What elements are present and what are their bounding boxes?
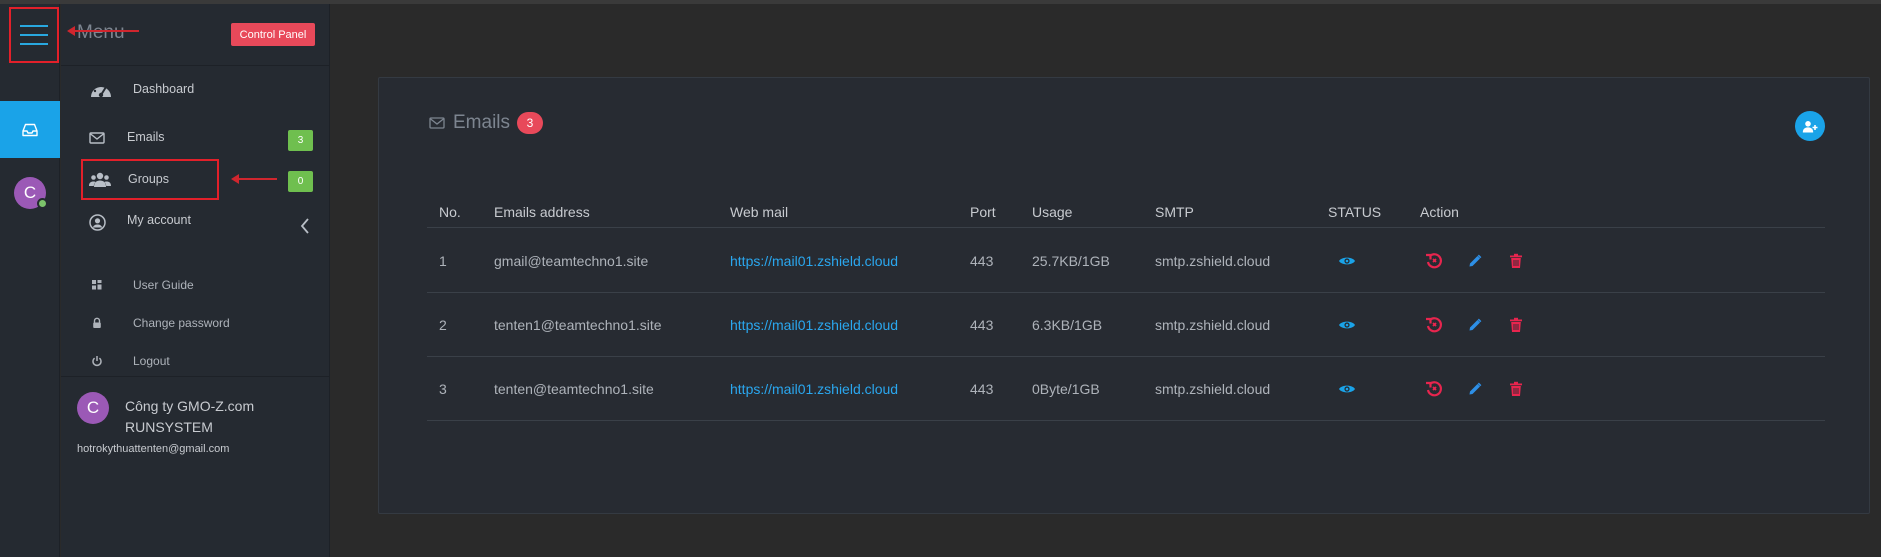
icon-rail: C xyxy=(0,4,60,557)
sidebar-subitem-label: Change password xyxy=(133,316,230,330)
groups-count-badge: 0 xyxy=(288,171,313,192)
sidebar-item-label: Emails xyxy=(127,130,165,144)
column-header: Action xyxy=(1420,204,1459,220)
table-row: 3 tenten@teamtechno1.site https://mail01… xyxy=(427,357,1825,421)
sidebar-item-label: Groups xyxy=(128,172,169,186)
card-title: Emails xyxy=(453,112,511,133)
cell-usage: 0Byte/1GB xyxy=(1032,381,1100,397)
envelope-icon xyxy=(429,117,445,129)
sidebar-subitem-label: User Guide xyxy=(133,278,194,292)
user-circle-icon xyxy=(89,214,106,231)
cell-smtp: smtp.zshield.cloud xyxy=(1155,317,1271,333)
cell-email: tenten1@teamtechno1.site xyxy=(494,317,662,333)
cell-usage: 6.3KB/1GB xyxy=(1032,317,1103,333)
sidebar-item-label: Dashboard xyxy=(133,82,195,96)
cell-port: 443 xyxy=(970,253,994,269)
sidebar-menu: Menu Control Panel Dashboard Emails 3 Gr… xyxy=(61,4,330,557)
hamburger-line xyxy=(20,25,48,27)
hamburger-line xyxy=(20,43,48,45)
menu-divider xyxy=(61,376,330,377)
rail-inbox-button[interactable] xyxy=(0,101,60,158)
annotation-arrow xyxy=(67,26,139,36)
cell-smtp: smtp.zshield.cloud xyxy=(1155,381,1271,397)
emails-count-badge: 3 xyxy=(288,130,313,151)
add-user-icon xyxy=(1802,120,1818,132)
sidebar-subitem-label: Logout xyxy=(133,354,170,368)
column-header: Usage xyxy=(1032,204,1073,220)
cell-email: gmail@teamtechno1.site xyxy=(494,253,649,269)
grid-icon xyxy=(91,278,103,296)
user-email: hotrokythuattenten@gmail.com xyxy=(77,443,230,455)
restore-icon[interactable] xyxy=(1424,379,1444,399)
cell-smtp: smtp.zshield.cloud xyxy=(1155,253,1271,269)
column-header: Emails address xyxy=(494,204,590,220)
column-header: SMTP xyxy=(1155,204,1194,220)
emails-card: Emails 3 No. Emails address Web mail Por… xyxy=(378,77,1870,514)
email-count-badge: 3 xyxy=(517,112,544,134)
avatar-letter: C xyxy=(86,398,100,417)
cell-port: 443 xyxy=(970,317,994,333)
cell-no: 3 xyxy=(439,381,447,397)
restore-icon[interactable] xyxy=(1424,315,1444,335)
restore-icon[interactable] xyxy=(1424,251,1444,271)
delete-trash-icon[interactable] xyxy=(1506,379,1526,399)
company-line-1: Công ty GMO-Z.com xyxy=(125,398,255,414)
webmail-link[interactable]: https://mail01.zshield.cloud xyxy=(730,317,898,333)
company-name: Công ty GMO-Z.com RUNSYSTEM xyxy=(125,396,254,438)
cell-email: tenten@teamtechno1.site xyxy=(494,381,654,397)
column-header: STATUS xyxy=(1328,204,1382,220)
view-eye-icon[interactable] xyxy=(1337,251,1357,271)
cell-no: 2 xyxy=(439,317,447,333)
control-panel-button[interactable]: Control Panel xyxy=(231,23,315,46)
delete-trash-icon[interactable] xyxy=(1506,251,1526,271)
table-header: No. Emails address Web mail Port Usage S… xyxy=(427,204,1825,228)
lock-icon xyxy=(91,316,103,334)
webmail-link[interactable]: https://mail01.zshield.cloud xyxy=(730,381,898,397)
collapse-chevron-left-icon[interactable] xyxy=(295,216,315,236)
sidebar-item-emails[interactable]: Emails 3 xyxy=(61,121,330,155)
edit-pencil-icon[interactable] xyxy=(1465,315,1485,335)
column-header: Web mail xyxy=(730,204,789,220)
power-icon xyxy=(91,354,103,372)
rail-user-avatar[interactable]: C xyxy=(14,177,48,209)
delete-trash-icon[interactable] xyxy=(1506,315,1526,335)
envelope-icon xyxy=(89,132,105,144)
table-row: 2 tenten1@teamtechno1.site https://mail0… xyxy=(427,293,1825,357)
edit-pencil-icon[interactable] xyxy=(1465,379,1485,399)
cell-port: 443 xyxy=(970,381,994,397)
online-status-dot xyxy=(37,198,48,209)
company-line-2: RUNSYSTEM xyxy=(125,419,213,435)
sidebar-item-dashboard[interactable]: Dashboard xyxy=(61,73,330,107)
sidebar-item-change-password[interactable]: Change password xyxy=(61,309,330,337)
user-avatar: C xyxy=(77,392,109,424)
inbox-icon xyxy=(22,123,38,136)
sidebar-item-logout[interactable]: Logout xyxy=(61,347,330,375)
hamburger-line xyxy=(20,34,48,36)
sidebar-item-label: My account xyxy=(127,213,191,227)
view-eye-icon[interactable] xyxy=(1337,379,1357,399)
edit-pencil-icon[interactable] xyxy=(1465,251,1485,271)
column-header: Port xyxy=(970,204,996,220)
webmail-link[interactable]: https://mail01.zshield.cloud xyxy=(730,253,898,269)
avatar-letter: C xyxy=(23,183,37,202)
sidebar-item-groups[interactable]: Groups 0 xyxy=(61,163,330,197)
menu-divider xyxy=(61,65,330,66)
users-group-icon xyxy=(89,172,111,188)
dashboard-gauge-icon xyxy=(89,79,113,99)
card-header: Emails 3 xyxy=(429,112,544,134)
add-user-button[interactable] xyxy=(1795,111,1825,141)
column-header: No. xyxy=(439,204,461,220)
cell-usage: 25.7KB/1GB xyxy=(1032,253,1110,269)
cell-no: 1 xyxy=(439,253,447,269)
annotation-arrow xyxy=(231,174,277,184)
sidebar-item-user-guide[interactable]: User Guide xyxy=(61,271,330,299)
hamburger-menu-button[interactable] xyxy=(9,7,59,63)
menu-title: Menu xyxy=(77,22,125,43)
table-row: 1 gmail@teamtechno1.site https://mail01.… xyxy=(427,229,1825,293)
view-eye-icon[interactable] xyxy=(1337,315,1357,335)
sidebar-item-my-account[interactable]: My account xyxy=(61,204,330,238)
